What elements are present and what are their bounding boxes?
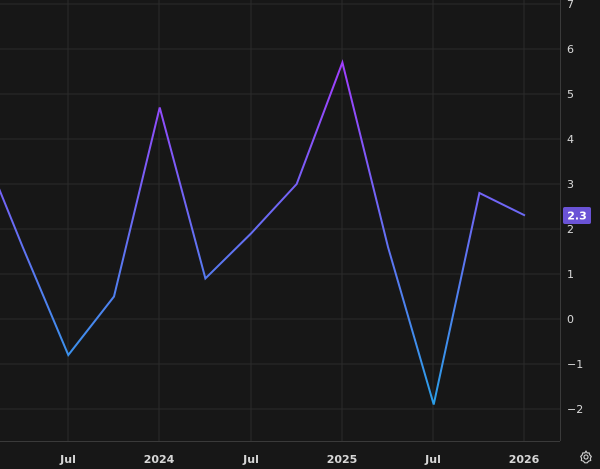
x-tick-label: 2024 [144, 453, 175, 466]
settings-button[interactable] [576, 447, 596, 467]
y-tick-label: 4 [567, 133, 574, 146]
x-tick-label: Jul [242, 453, 259, 466]
x-tick-label: Jul [424, 453, 441, 466]
chart: −2 −1 0 1 2 3 4 5 6 7 Jul 2024 Jul 2025 Jul 2026 2.3 [0, 0, 600, 469]
y-tick-label: 7 [567, 0, 574, 11]
x-tick-label: 2026 [509, 453, 540, 466]
y-tick-label: 3 [567, 178, 574, 191]
labels: 2.3 [563, 207, 591, 224]
y-tick-label: −2 [567, 403, 583, 416]
y-tick-label: −1 [567, 358, 583, 371]
line-chart: −2 −1 0 1 2 3 4 5 6 7 Jul 2024 Jul 2025 Jul 2026 2.3 [0, 0, 591, 466]
y-tick-label: 1 [567, 268, 574, 281]
gear-icon [580, 450, 592, 464]
y-tick-label: 0 [567, 313, 574, 326]
x-tick-label: Jul [59, 453, 76, 466]
plot-area [0, 0, 560, 441]
x-tick-label: 2025 [327, 453, 358, 466]
y-tick-label: 2 [567, 223, 574, 236]
last-value-label: 2.3 [567, 210, 587, 223]
y-tick-label: 5 [567, 88, 574, 101]
y-tick-label: 6 [567, 43, 574, 56]
